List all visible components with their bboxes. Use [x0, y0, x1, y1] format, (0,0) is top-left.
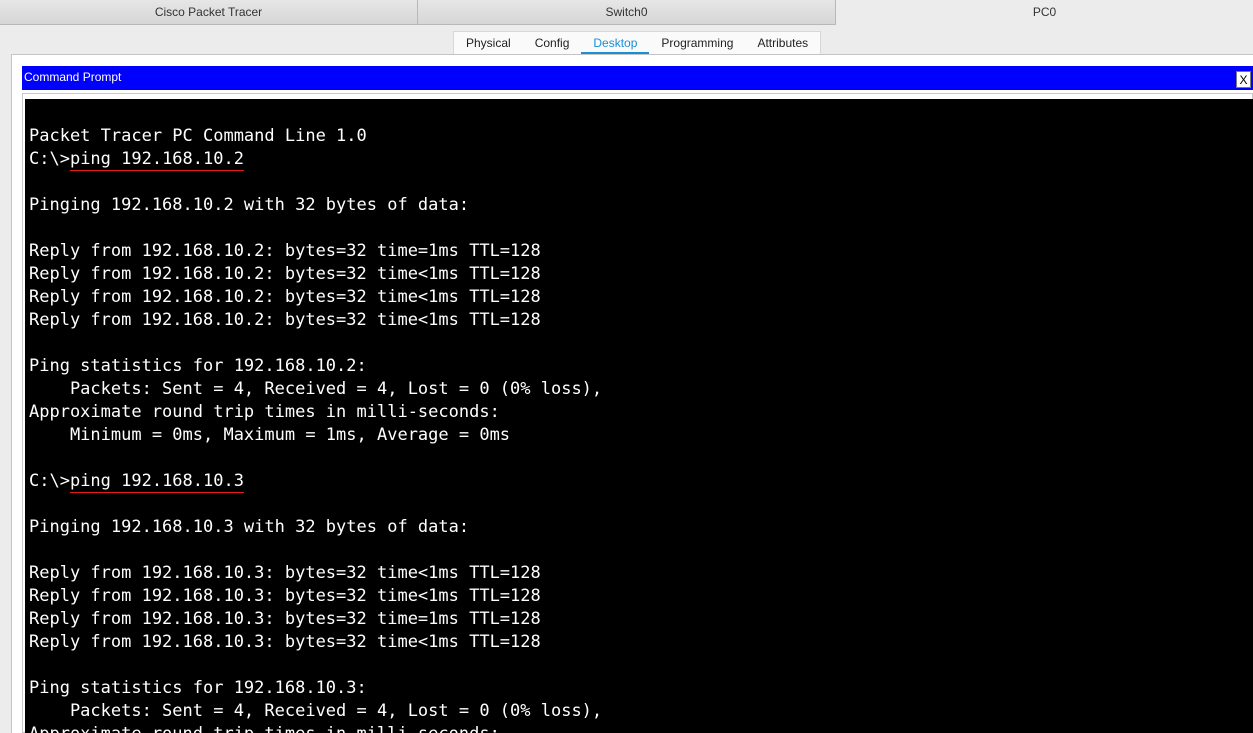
terminal-line: Ping statistics for 192.168.10.2: [29, 356, 367, 376]
close-button[interactable]: X [1236, 71, 1251, 88]
terminal-prompt: C:\> [29, 471, 70, 491]
terminal-prompt: C:\> [29, 149, 70, 169]
terminal-command: ping 192.168.10.2 [69, 149, 244, 171]
terminal-line: Reply from 192.168.10.2: bytes=32 time<1… [29, 287, 541, 307]
tab-attributes[interactable]: Attributes [745, 32, 820, 54]
terminal-line: Reply from 192.168.10.2: bytes=32 time<1… [29, 310, 541, 330]
tab-config[interactable]: Config [523, 32, 582, 54]
tab-programming[interactable]: Programming [649, 32, 745, 54]
terminal-line: Packets: Sent = 4, Received = 4, Lost = … [29, 379, 603, 399]
terminal-line: Pinging 192.168.10.2 with 32 bytes of da… [29, 195, 470, 215]
tab-desktop[interactable]: Desktop [581, 32, 650, 55]
terminal-command: ping 192.168.10.3 [69, 471, 244, 493]
command-prompt-title-bar: Command Prompt X [22, 66, 1253, 90]
window-tab-pc0[interactable]: PC0 [836, 0, 1253, 25]
terminal-line: C:\>ping 192.168.10.2 [29, 148, 602, 171]
terminal-line: Approximate round trip times in milli-se… [29, 723, 602, 733]
terminal-line: Approximate round trip times in milli-se… [29, 402, 500, 422]
tab-physical[interactable]: Physical [454, 32, 523, 54]
terminal-line: Reply from 192.168.10.3: bytes=32 time<1… [29, 586, 541, 606]
terminal-line: Minimum = 0ms, Maximum = 1ms, Average = … [29, 425, 511, 445]
terminal-line: Reply from 192.168.10.3: bytes=32 time<1… [29, 632, 541, 652]
terminal-line: Reply from 192.168.10.3: bytes=32 time<1… [29, 563, 541, 583]
device-tab-bar: Physical Config Desktop Programming Attr… [453, 31, 822, 55]
window-tab-bar: Cisco Packet Tracer Switch0 PC0 [0, 0, 1253, 25]
window-tab-switch0[interactable]: Switch0 [418, 0, 836, 25]
terminal-line: Packet Tracer PC Command Line 1.0 [29, 126, 367, 146]
terminal-window[interactable]: Packet Tracer PC Command Line 1.0 C:\>pin… [25, 99, 1253, 733]
terminal-output: Packet Tracer PC Command Line 1.0 C:\>pin… [29, 125, 602, 733]
command-prompt-title: Command Prompt [24, 70, 122, 84]
window-tab-cisco-packet-tracer[interactable]: Cisco Packet Tracer [0, 0, 418, 25]
terminal-line: Reply from 192.168.10.3: bytes=32 time=1… [29, 609, 541, 629]
terminal-line: Reply from 192.168.10.2: bytes=32 time<1… [29, 264, 541, 284]
terminal-line: Ping statistics for 192.168.10.3: [29, 678, 367, 698]
terminal-line: Packets: Sent = 4, Received = 4, Lost = … [29, 701, 603, 721]
terminal-line: C:\>ping 192.168.10.3 [29, 470, 602, 493]
terminal-line: Reply from 192.168.10.2: bytes=32 time=1… [29, 241, 541, 261]
terminal-line: Pinging 192.168.10.3 with 32 bytes of da… [29, 517, 470, 537]
